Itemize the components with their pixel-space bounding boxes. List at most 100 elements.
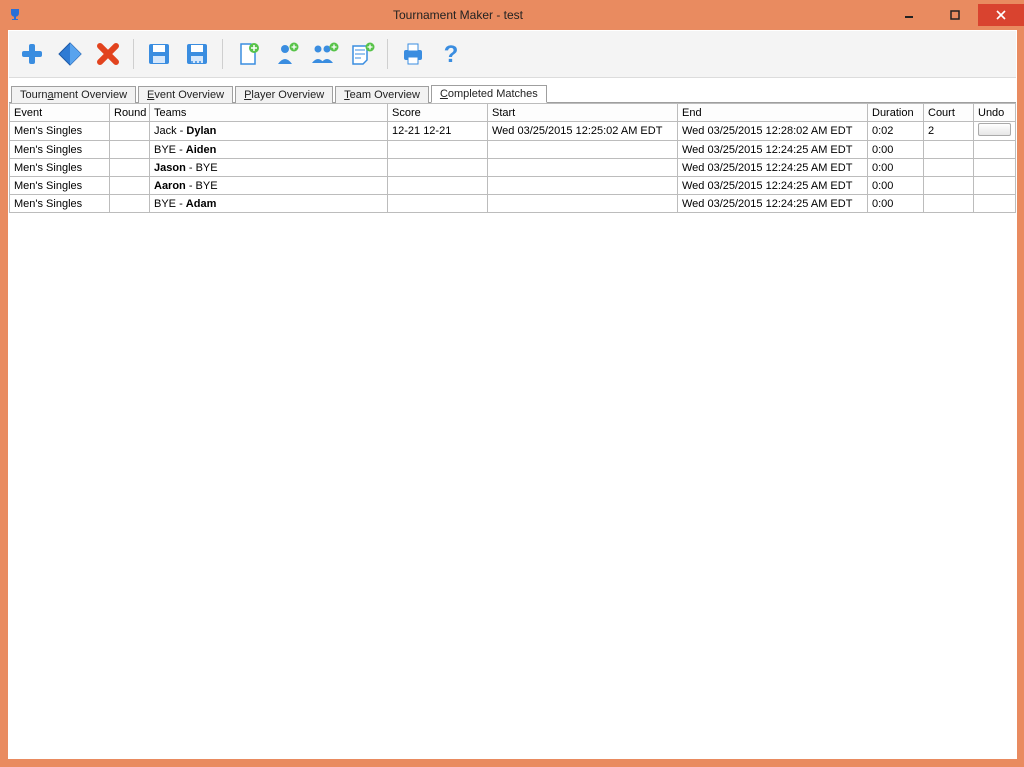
tab-completed-matches[interactable]: Completed Matches — [431, 85, 547, 103]
cell-event: Men's Singles — [10, 122, 110, 141]
col-court[interactable]: Court — [924, 104, 974, 122]
col-teams[interactable]: Teams — [150, 104, 388, 122]
tab-event-overview[interactable]: Event Overview — [138, 86, 233, 103]
cell-teams: Jason - BYE — [150, 159, 388, 177]
tab-tournament-overview[interactable]: Tournament Overview — [11, 86, 136, 103]
plus-icon — [17, 39, 47, 69]
cell-score — [388, 195, 488, 213]
close-button[interactable] — [978, 4, 1024, 26]
bracket-icon — [55, 39, 85, 69]
titlebar: Tournament Maker - test — [0, 0, 1024, 30]
undo-button[interactable] — [978, 123, 1011, 136]
cell-court — [924, 177, 974, 195]
toolbar: ? — [9, 31, 1016, 78]
cell-start — [488, 195, 678, 213]
window-buttons — [886, 4, 1024, 26]
save-as-icon — [183, 40, 211, 68]
col-end[interactable]: End — [678, 104, 868, 122]
table-row[interactable]: Men's Singles BYE - Adam Wed 03/25/2015 12… — [10, 195, 1016, 213]
table-header: Event Round Teams Score Start End Durati… — [10, 104, 1016, 122]
col-duration[interactable]: Duration — [868, 104, 924, 122]
add-team-icon — [309, 40, 339, 68]
cell-event: Men's Singles — [10, 195, 110, 213]
cell-duration: 0:00 — [868, 195, 924, 213]
cell-score — [388, 141, 488, 159]
minimize-button[interactable] — [886, 4, 932, 26]
cell-teams: BYE - Adam — [150, 195, 388, 213]
separator — [222, 39, 223, 69]
table-row[interactable]: Men's SinglesAaron - BYEWed 03/25/2015 1… — [10, 177, 1016, 195]
close-icon — [996, 10, 1006, 20]
add-event-button[interactable] — [231, 37, 265, 71]
cell-end: Wed 03/25/2015 12:24:25 AM EDT — [678, 159, 868, 177]
separator — [387, 39, 388, 69]
print-button[interactable] — [396, 37, 430, 71]
print-icon — [399, 40, 427, 68]
cell-start — [488, 141, 678, 159]
cell-round — [110, 195, 150, 213]
cell-start: Wed 03/25/2015 12:25:02 AM EDT — [488, 122, 678, 141]
app-window: Tournament Maker - test — [0, 0, 1024, 767]
table-row[interactable]: Men's SinglesJack - Dylan12-21 12-21Wed … — [10, 122, 1016, 141]
cell-court — [924, 159, 974, 177]
cell-duration: 0:00 — [868, 141, 924, 159]
cell-score: 12-21 12-21 — [388, 122, 488, 141]
cell-end: Wed 03/25/2015 12:24:25 AM EDT — [678, 141, 868, 159]
col-undo[interactable]: Undo — [974, 104, 1016, 122]
cell-teams: BYE - Aiden — [150, 141, 388, 159]
cell-score — [388, 177, 488, 195]
col-score[interactable]: Score — [388, 104, 488, 122]
svg-text:?: ? — [444, 41, 459, 68]
tabstrip: Tournament Overview Event Overview Playe… — [9, 80, 1016, 103]
cell-end: Wed 03/25/2015 12:24:25 AM EDT — [678, 177, 868, 195]
tab-player-overview[interactable]: Player Overview — [235, 86, 333, 103]
cell-duration: 0:00 — [868, 159, 924, 177]
save-as-button[interactable] — [180, 37, 214, 71]
cell-round — [110, 159, 150, 177]
add-player-icon — [272, 40, 300, 68]
minimize-icon — [904, 10, 914, 20]
view-bracket-button[interactable] — [53, 37, 87, 71]
separator — [133, 39, 134, 69]
cell-court — [924, 141, 974, 159]
delete-icon — [93, 39, 123, 69]
table-row[interactable]: Men's Singles Jason - BYE Wed 03/25/2015 1… — [10, 159, 1016, 177]
save-button[interactable] — [142, 37, 176, 71]
cell-duration: 0:02 — [868, 122, 924, 141]
tab-team-overview[interactable]: Team Overview — [335, 86, 429, 103]
maximize-button[interactable] — [932, 4, 978, 26]
cell-round — [110, 141, 150, 159]
completed-matches-table: Event Round Teams Score Start End Durati… — [9, 103, 1016, 213]
cell-undo — [974, 177, 1016, 195]
cell-court: 2 — [924, 122, 974, 141]
window-title: Tournament Maker - test — [30, 8, 886, 22]
add-team-button[interactable] — [307, 37, 341, 71]
save-icon — [145, 40, 173, 68]
cell-undo — [974, 159, 1016, 177]
add-note-button[interactable] — [345, 37, 379, 71]
col-event[interactable]: Event — [10, 104, 110, 122]
table-row[interactable]: Men's Singles BYE - Aiden Wed 03/25/2015 1… — [10, 141, 1016, 159]
col-start[interactable]: Start — [488, 104, 678, 122]
help-button[interactable]: ? — [434, 37, 468, 71]
completed-matches-panel: Event Round Teams Score Start End Durati… — [9, 103, 1016, 758]
cell-undo — [974, 141, 1016, 159]
delete-button[interactable] — [91, 37, 125, 71]
new-button[interactable] — [15, 37, 49, 71]
cell-teams: Jack - Dylan — [150, 122, 388, 141]
maximize-icon — [950, 10, 960, 20]
cell-start — [488, 177, 678, 195]
cell-event: Men's Singles — [10, 177, 110, 195]
cell-end: Wed 03/25/2015 12:24:25 AM EDT — [678, 195, 868, 213]
cell-duration: 0:00 — [868, 177, 924, 195]
col-round[interactable]: Round — [110, 104, 150, 122]
cell-end: Wed 03/25/2015 12:28:02 AM EDT — [678, 122, 868, 141]
cell-event: Men's Singles — [10, 159, 110, 177]
app-icon — [0, 8, 30, 22]
cell-event: Men's Singles — [10, 141, 110, 159]
add-player-button[interactable] — [269, 37, 303, 71]
add-note-icon — [348, 40, 376, 68]
cell-score — [388, 159, 488, 177]
help-icon: ? — [437, 40, 465, 68]
client-area: ? Tournament Overview Event Overview Pla… — [8, 30, 1017, 759]
